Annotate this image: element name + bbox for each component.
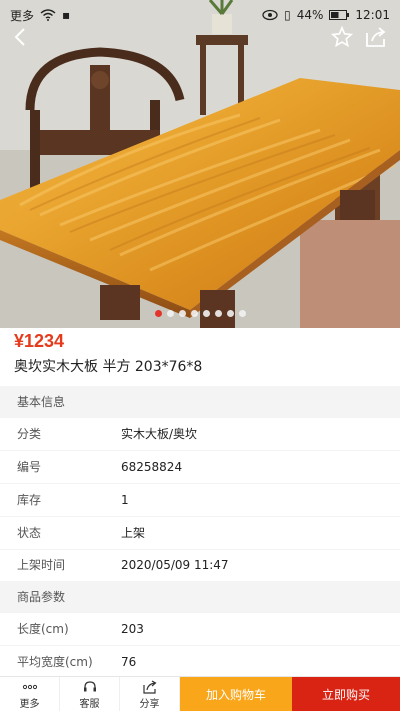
- info-label: 分类: [17, 427, 42, 441]
- headset-icon: [83, 680, 96, 691]
- status-left-label: 更多: [10, 8, 35, 23]
- customer-service-button[interactable]: 客服: [60, 677, 120, 711]
- share-icon[interactable]: [364, 26, 388, 48]
- share-label: 分享: [139, 698, 160, 710]
- notification-icon: ▪: [62, 8, 71, 22]
- param-label: 长度(cm): [17, 622, 69, 636]
- share-icon: [142, 679, 157, 694]
- carousel-dot: [202, 310, 210, 317]
- product-photo: [0, 0, 400, 328]
- param-value: 76: [121, 655, 137, 669]
- vibrate-icon: ▯: [284, 8, 291, 22]
- buy-now-button[interactable]: 立即购买: [292, 677, 400, 711]
- info-row-listed-time: 上架时间 2020/05/09 11:47: [0, 549, 400, 582]
- info-value: 68258824: [121, 460, 183, 474]
- params-header: 商品参数: [0, 581, 400, 613]
- product-title: 奥坎实木大板 半方 203*76*8: [14, 359, 203, 375]
- top-nav: [0, 26, 400, 48]
- battery-icon: [329, 10, 350, 20]
- service-label: 客服: [79, 698, 100, 710]
- more-dots-icon: [22, 684, 37, 689]
- param-row-width: 平均宽度(cm) 76: [0, 646, 400, 679]
- info-value: 上架: [121, 526, 146, 540]
- carousel-indicator: [0, 310, 400, 317]
- info-value: 1: [121, 493, 129, 507]
- back-arrow-icon[interactable]: [10, 26, 32, 48]
- bottom-action-bar: 更多 客服 分享 加入购物车 立即购买: [0, 676, 400, 711]
- info-label: 库存: [17, 493, 42, 507]
- product-price: ¥1234: [14, 331, 65, 351]
- carousel-dot-active: [154, 310, 162, 317]
- carousel-dot: [190, 310, 198, 317]
- product-image-carousel[interactable]: [0, 0, 400, 328]
- param-label: 平均宽度(cm): [17, 655, 93, 669]
- carousel-dot: [214, 310, 222, 317]
- carousel-dot: [166, 310, 174, 317]
- param-row-length: 长度(cm) 203: [0, 613, 400, 646]
- info-label: 编号: [17, 460, 42, 474]
- info-value: 实木大板/奥坎: [121, 427, 198, 441]
- info-row-status: 状态 上架: [0, 517, 400, 550]
- carousel-dot: [178, 310, 186, 317]
- eye-icon: [262, 9, 278, 21]
- more-label: 更多: [19, 698, 40, 710]
- add-to-cart-button[interactable]: 加入购物车: [180, 677, 292, 711]
- info-row-number: 编号 68258824: [0, 451, 400, 484]
- info-label: 上架时间: [17, 558, 66, 572]
- share-button[interactable]: 分享: [120, 677, 180, 711]
- product-summary: ¥1234 奥坎实木大板 半方 203*76*8: [0, 329, 400, 378]
- carousel-dot: [238, 310, 246, 317]
- wifi-icon: [40, 9, 56, 21]
- info-row-stock: 库存 1: [0, 484, 400, 517]
- carousel-dot: [226, 310, 234, 317]
- info-label: 状态: [17, 526, 42, 540]
- battery-percent: 44%: [296, 8, 324, 22]
- clock-time: 12:01: [355, 8, 390, 22]
- param-value: 203: [121, 622, 144, 636]
- basic-info-header: 基本信息: [0, 386, 400, 418]
- favorite-star-icon[interactable]: [331, 26, 353, 48]
- more-button[interactable]: 更多: [0, 677, 60, 711]
- info-row-category: 分类 实木大板/奥坎: [0, 418, 400, 451]
- info-value: 2020/05/09 11:47: [121, 558, 229, 572]
